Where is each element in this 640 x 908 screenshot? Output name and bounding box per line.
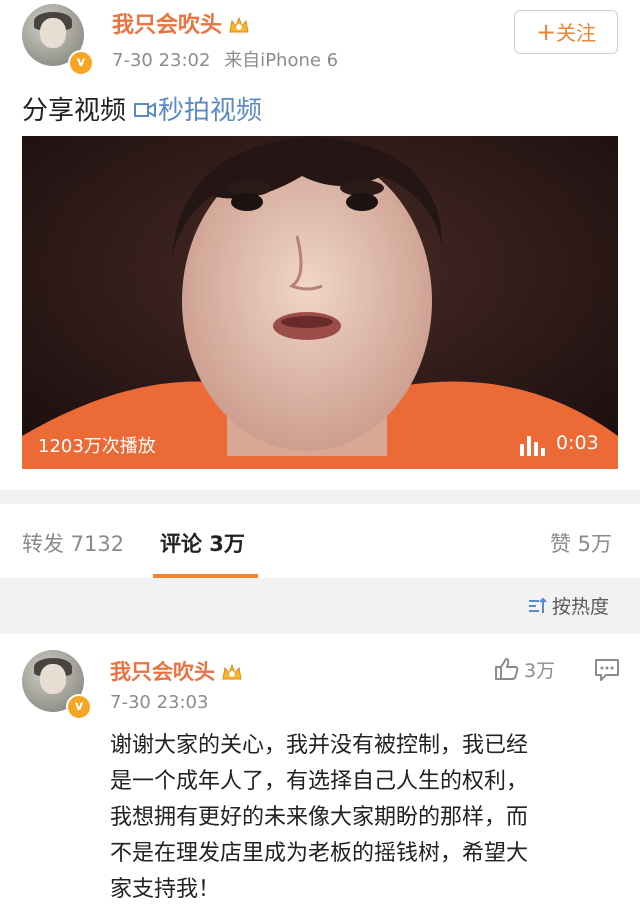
video-thumbnail <box>22 136 618 469</box>
verified-badge-icon: v <box>68 50 94 76</box>
comment-like-button[interactable]: 3万 <box>494 656 555 683</box>
comment-line: 我想拥有更好的未来像大家期盼的那样，而 <box>110 805 529 830</box>
author-name[interactable]: 我只会吹头 <box>112 7 250 39</box>
comment-line: 家支持我！ <box>110 877 221 902</box>
comment-line: 是一个成年人了，有选择自己人生的权利， <box>110 769 529 794</box>
post-meta: 7-30 23:02 来自iPhone 6 <box>112 46 338 72</box>
follow-button[interactable]: +关注 <box>514 10 618 54</box>
comment-line: 谢谢大家的关心，我并没有被控制，我已经 <box>110 733 529 758</box>
reply-icon[interactable] <box>594 658 620 682</box>
post-timestamp: 7-30 23:02 <box>112 50 211 71</box>
video-duration: 0:03 <box>556 432 599 454</box>
post-text: 分享视频 秒拍视频 <box>22 96 263 126</box>
video-link[interactable]: 秒拍视频 <box>134 96 262 126</box>
tab-repost[interactable]: 转发 7132 <box>22 528 124 558</box>
tab-likes[interactable]: 赞 5万 <box>550 528 612 558</box>
section-divider <box>0 490 640 504</box>
sort-button[interactable]: 按热度 <box>528 592 609 619</box>
comment-line: 不是在理发店里成为老板的摇钱树，希望大 <box>110 841 529 866</box>
post-source: 来自iPhone 6 <box>224 50 339 71</box>
video-player[interactable]: 1203万次播放 0:03 <box>22 136 618 469</box>
sort-icon <box>529 597 547 613</box>
signal-bars-icon <box>520 436 545 456</box>
thumbs-up-icon <box>495 658 519 680</box>
comment-timestamp: 7-30 23:03 <box>110 692 209 713</box>
comment-vip-crown-icon <box>222 663 242 680</box>
video-camera-icon <box>134 102 157 118</box>
comment-body: 谢谢大家的关心，我并没有被控制，我已经 是一个成年人了，有选择自己人生的权利， … <box>110 728 620 908</box>
plus-icon: + <box>535 18 557 46</box>
tab-comments[interactable]: 评论 3万 <box>160 528 245 558</box>
comment-verified-badge-icon: v <box>66 694 92 720</box>
play-count: 1203万次播放 <box>38 436 156 457</box>
vip-crown-icon <box>229 16 249 33</box>
comment-author-name[interactable]: 我只会吹头 <box>110 656 243 686</box>
